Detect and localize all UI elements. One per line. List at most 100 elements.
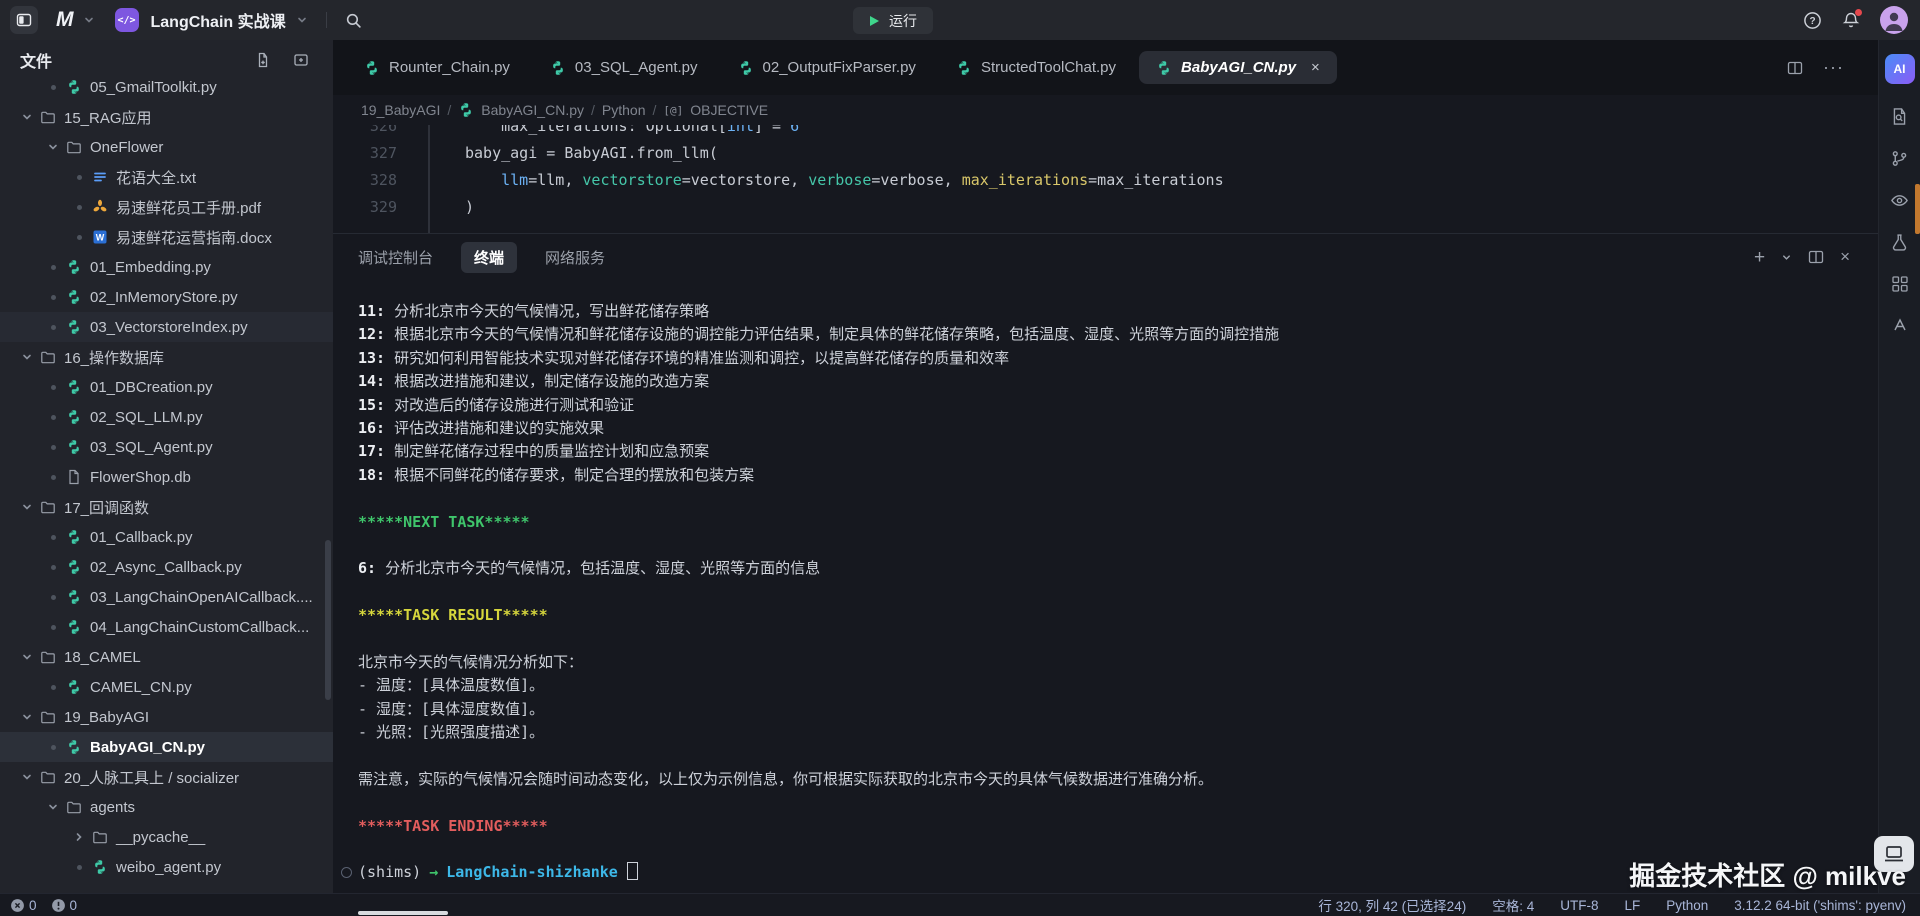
breadcrumb-item[interactable]: 19_BabyAGI	[361, 102, 440, 118]
tree-item-label: 花语大全.txt	[116, 167, 196, 188]
chevron-down-icon[interactable]	[20, 501, 34, 513]
git-branch-icon[interactable]	[1890, 149, 1909, 168]
close-icon[interactable]: ×	[1311, 59, 1320, 76]
chevron-right-icon[interactable]	[73, 830, 85, 844]
encoding[interactable]: UTF-8	[1560, 898, 1598, 913]
chevron-down-icon[interactable]	[46, 141, 60, 153]
tree-item[interactable]: 02_SQL_LLM.py	[0, 402, 333, 432]
code-line[interactable]: 327baby_agi = BabyAGI.from_llm(	[333, 140, 1878, 167]
project-name[interactable]: LangChain 实战课	[151, 8, 286, 32]
tree-item[interactable]: CAMEL_CN.py	[0, 672, 333, 702]
tree-item[interactable]: __pycache__	[0, 822, 333, 852]
python-icon	[92, 859, 108, 875]
file-icon	[66, 469, 82, 485]
editor-tab[interactable]: 02_OutputFixParser.py	[721, 51, 933, 84]
python-icon	[66, 319, 82, 335]
tree-item[interactable]: OneFlower	[0, 132, 333, 162]
beaker-icon[interactable]	[1890, 233, 1909, 252]
eol-setting[interactable]: LF	[1624, 898, 1640, 913]
tree-item[interactable]: 04_LangChainCustomCallback...	[0, 612, 333, 642]
chevron-down-icon[interactable]	[20, 351, 34, 363]
panel-tab[interactable]: 网络服务	[545, 247, 605, 268]
docx-icon: W	[92, 229, 108, 245]
indent-setting[interactable]: 空格: 4	[1492, 895, 1534, 915]
tree-item[interactable]: 花语大全.txt	[0, 162, 333, 192]
tree-item[interactable]: 01_Embedding.py	[0, 252, 333, 282]
breadcrumb-item[interactable]: Python	[602, 102, 646, 118]
bell-icon[interactable]	[1842, 11, 1860, 29]
chevron-down-icon[interactable]	[83, 14, 95, 26]
cursor-position[interactable]: 行 320, 列 42 (已选择24)	[1318, 895, 1466, 915]
tree-item[interactable]: 02_InMemoryStore.py	[0, 282, 333, 312]
tree-item[interactable]: BabyAGI_CN.py	[0, 732, 333, 762]
tree-item[interactable]: 20_人脉工具上 / socializer	[0, 762, 333, 792]
interpreter[interactable]: 3.12.2 64-bit ('shims': pyenv)	[1734, 898, 1906, 913]
code-editor[interactable]: 326 max_iterations: Optional[int] = 6327…	[333, 125, 1878, 233]
grid-icon[interactable]	[1891, 275, 1909, 293]
editor-tab[interactable]: Rounter_Chain.py	[347, 51, 527, 84]
panel-tab[interactable]: 终端	[461, 242, 517, 273]
avatar[interactable]	[1880, 6, 1908, 34]
code-line[interactable]: 329)	[333, 194, 1878, 221]
horizontal-scrollbar[interactable]	[358, 911, 448, 915]
tree-item[interactable]: 03_SQL_Agent.py	[0, 432, 333, 462]
panel-tab[interactable]: 调试控制台	[358, 247, 433, 268]
breadcrumb-item[interactable]: BabyAGI_CN.py	[481, 102, 584, 118]
chevron-down-icon[interactable]	[20, 711, 34, 723]
tree-item[interactable]: W易速鲜花运营指南.docx	[0, 222, 333, 252]
chevron-down-icon[interactable]	[46, 801, 60, 813]
help-icon[interactable]: ?	[1803, 11, 1822, 30]
tree-item[interactable]: agents	[0, 792, 333, 822]
close-panel-icon[interactable]: ×	[1840, 247, 1850, 267]
split-panel-icon[interactable]	[1808, 249, 1824, 265]
sidebar-scrollbar[interactable]	[325, 540, 331, 700]
more-actions-icon[interactable]: ···	[1823, 57, 1844, 78]
tree-item[interactable]: 03_VectorstoreIndex.py	[0, 312, 333, 342]
code-line[interactable]: 328 llm=llm, vectorstore=vectorstore, ve…	[333, 167, 1878, 194]
tree-item[interactable]: 易速鲜花员工手册.pdf	[0, 192, 333, 222]
split-editor-icon[interactable]	[1787, 60, 1803, 76]
problems-warnings[interactable]: 0	[51, 898, 78, 913]
tree-item-label: 03_SQL_Agent.py	[90, 439, 213, 456]
tree-item-label: OneFlower	[90, 139, 163, 156]
add-terminal-icon[interactable]: +	[1754, 248, 1765, 267]
tree-item[interactable]: 01_DBCreation.py	[0, 372, 333, 402]
editor-tab[interactable]: BabyAGI_CN.py×	[1139, 51, 1337, 84]
chevron-down-icon[interactable]	[20, 651, 34, 663]
tree-item-label: 01_Callback.py	[90, 529, 193, 546]
file-search-icon[interactable]	[1890, 107, 1909, 126]
warning-count: 0	[70, 898, 78, 913]
tree-item[interactable]: 15_RAG应用	[0, 102, 333, 132]
tree-item[interactable]: 19_BabyAGI	[0, 702, 333, 732]
tree-item[interactable]: 03_LangChainOpenAICallback....	[0, 582, 333, 612]
error-count: 0	[29, 898, 37, 913]
breadcrumb-item[interactable]: OBJECTIVE	[690, 102, 768, 118]
tree-item[interactable]: 16_操作数据库	[0, 342, 333, 372]
terminal-output[interactable]: 11: 分析北京市今天的气候情况，写出鲜花储存策略12: 根据北京市今天的气候情…	[333, 280, 1878, 885]
new-file-icon[interactable]	[255, 52, 271, 68]
search-icon[interactable]	[345, 12, 362, 29]
terminal-line: 12: 根据北京市今天的气候情况和鲜花储存设施的调控能力评估结果，制定具体的鲜花…	[358, 323, 1853, 346]
new-folder-icon[interactable]	[293, 52, 309, 68]
editor-tab[interactable]: 03_SQL_Agent.py	[533, 51, 715, 84]
tree-item[interactable]: 18_CAMEL	[0, 642, 333, 672]
chevron-down-icon[interactable]	[20, 771, 34, 783]
breadcrumb[interactable]: 19_BabyAGI/BabyAGI_CN.py/Python/[@]OBJEC…	[333, 95, 1878, 125]
font-icon[interactable]	[1891, 316, 1909, 334]
editor-tab[interactable]: StructedToolChat.py	[939, 51, 1133, 84]
tree-item[interactable]: 17_回调函数	[0, 492, 333, 522]
tree-item[interactable]: FlowerShop.db	[0, 462, 333, 492]
chevron-down-icon[interactable]	[20, 111, 34, 123]
language-mode[interactable]: Python	[1666, 898, 1708, 913]
ai-assistant-icon[interactable]: AI	[1885, 54, 1915, 84]
code-line[interactable]: 326 max_iterations: Optional[int] = 6	[333, 125, 1878, 140]
sidebar-toggle-button[interactable]	[10, 6, 38, 34]
chevron-down-icon[interactable]	[1781, 252, 1792, 263]
eye-icon[interactable]	[1890, 191, 1909, 210]
tree-item[interactable]: 02_Async_Callback.py	[0, 552, 333, 582]
run-button[interactable]: 运行	[853, 7, 933, 34]
tree-item[interactable]: weibo_agent.py	[0, 852, 333, 882]
tree-item[interactable]: 01_Callback.py	[0, 522, 333, 552]
chevron-down-icon[interactable]	[296, 14, 308, 26]
problems-errors[interactable]: 0	[10, 898, 37, 913]
